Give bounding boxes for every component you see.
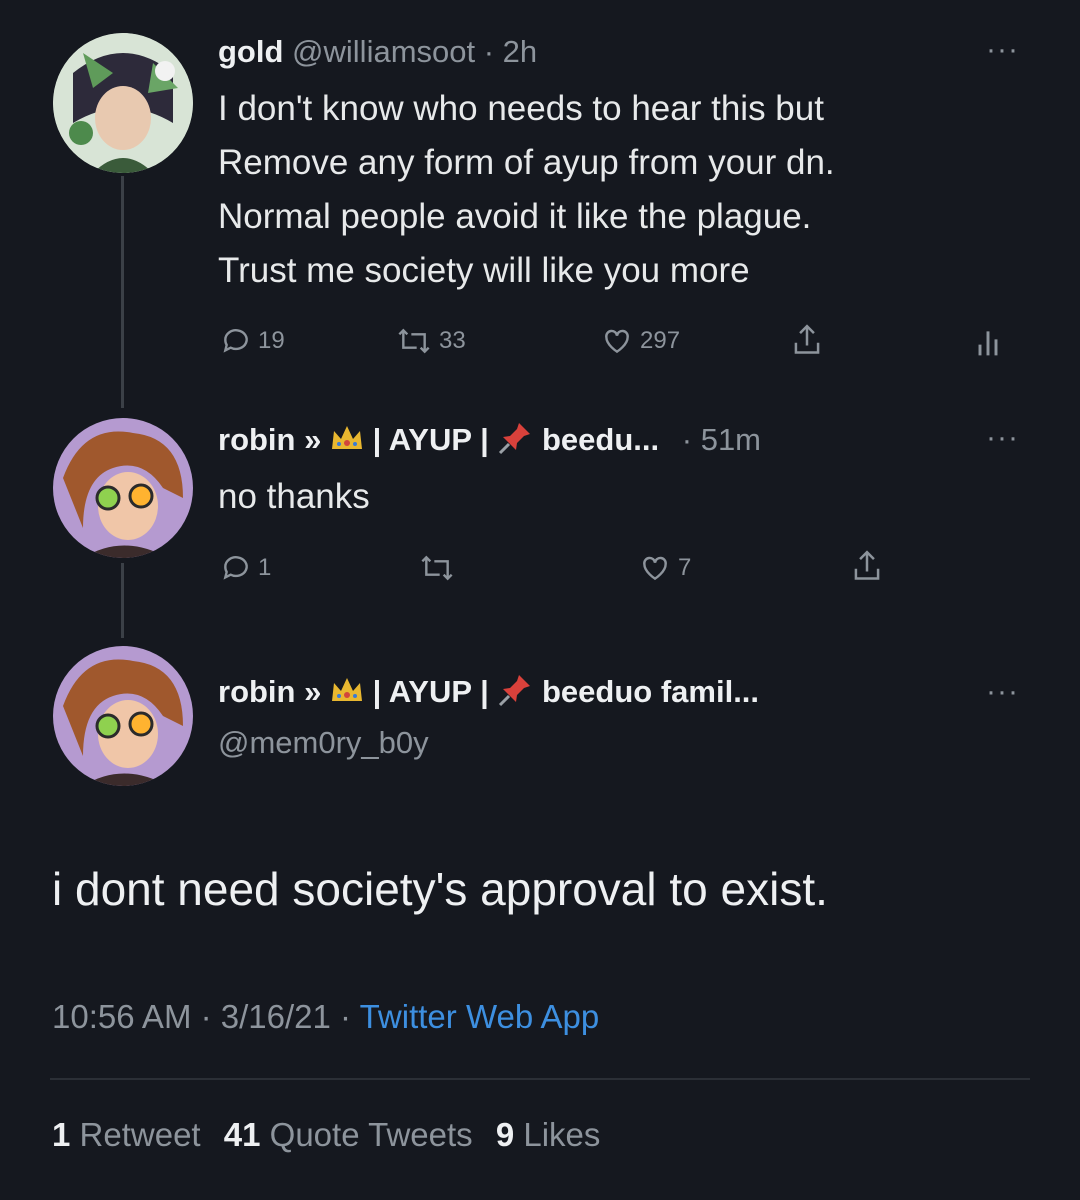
main-meta: 10:56 AM · 3/16/21 · Twitter Web App bbox=[52, 998, 599, 1036]
main-header: robin » | AYUP | beeduo famil... bbox=[218, 672, 759, 716]
tweet2-text: no thanks bbox=[218, 477, 370, 516]
retweets-count: 1 bbox=[52, 1116, 71, 1153]
share-button[interactable] bbox=[850, 548, 884, 584]
retweets-label: Retweet bbox=[79, 1116, 201, 1153]
tweet2-header: robin » | AYUP | beedu... · 51m bbox=[218, 420, 761, 464]
tweet1-header: gold @williamsoot · 2h bbox=[218, 34, 537, 70]
display-name[interactable]: robin » | AYUP | beedu... bbox=[218, 422, 668, 457]
reply-icon bbox=[223, 329, 248, 353]
retweet-button[interactable]: 33 bbox=[395, 325, 466, 357]
tweet-line: I don't know who needs to hear this but bbox=[218, 89, 824, 128]
share-button[interactable] bbox=[790, 322, 824, 358]
thread-line bbox=[121, 563, 124, 638]
reply-count: 1 bbox=[258, 554, 272, 581]
retweet-button[interactable] bbox=[418, 552, 456, 584]
like-icon bbox=[643, 556, 667, 581]
tweet-stats: 1 Retweet 41 Quote Tweets 9 Likes bbox=[52, 1116, 600, 1154]
pushpin-icon bbox=[497, 420, 533, 464]
reply-button[interactable]: 19 bbox=[220, 325, 285, 357]
retweet-icon bbox=[421, 555, 453, 581]
quotes-stat[interactable]: 41 Quote Tweets bbox=[224, 1116, 482, 1153]
name-suffix: beedu... bbox=[542, 422, 660, 458]
name-prefix: robin » bbox=[218, 674, 322, 710]
timestamp[interactable]: · 2h bbox=[484, 34, 537, 69]
likes-stat[interactable]: 9 Likes bbox=[496, 1116, 601, 1153]
handle[interactable]: @williamsoot bbox=[292, 34, 475, 69]
crown-icon bbox=[330, 423, 364, 461]
display-name[interactable]: gold bbox=[218, 34, 283, 69]
timestamp[interactable]: · 51m bbox=[682, 422, 761, 457]
reply-button[interactable]: 1 bbox=[220, 552, 271, 584]
tweet-line: Remove any form of ayup from your dn. bbox=[218, 143, 835, 182]
source-link[interactable]: Twitter Web App bbox=[360, 998, 600, 1035]
retweet-icon bbox=[398, 328, 430, 354]
reply-count: 19 bbox=[258, 327, 285, 354]
reply-icon bbox=[223, 556, 248, 580]
like-icon bbox=[605, 329, 629, 354]
likes-count: 9 bbox=[495, 1116, 515, 1153]
likes-label: Likes bbox=[523, 1116, 601, 1153]
quotes-label: Quote Tweets bbox=[269, 1116, 473, 1153]
name-suffix: beeduo famil... bbox=[542, 674, 760, 710]
retweet-count: 33 bbox=[439, 327, 466, 354]
divider bbox=[50, 1078, 1030, 1080]
tweet-line: Trust me society will like you more bbox=[218, 251, 750, 290]
main-tweet-text: i dont need society's approval to exist. bbox=[52, 863, 828, 915]
pushpin-icon bbox=[497, 672, 533, 716]
share-icon bbox=[794, 324, 820, 354]
thread-line bbox=[121, 176, 124, 408]
retweets-stat[interactable]: 1 Retweet bbox=[52, 1116, 210, 1153]
name-middle: | AYUP | bbox=[372, 422, 489, 458]
analytics-icon bbox=[978, 331, 998, 356]
more-icon[interactable]: ··· bbox=[986, 677, 1019, 707]
main-timestamp[interactable]: 10:56 AM · 3/16/21 · bbox=[52, 998, 351, 1035]
tweet1-text: I don't know who needs to hear this but … bbox=[218, 82, 835, 298]
avatar-robin[interactable] bbox=[53, 646, 193, 786]
avatar-gold[interactable] bbox=[53, 33, 193, 173]
avatar-robin[interactable] bbox=[53, 418, 193, 558]
tweet-line: Normal people avoid it like the plague. bbox=[218, 197, 812, 236]
analytics-button[interactable] bbox=[974, 326, 1002, 358]
name-prefix: robin » bbox=[218, 422, 322, 458]
display-name[interactable]: robin » | AYUP | beeduo famil... bbox=[218, 674, 759, 709]
like-count: 297 bbox=[640, 327, 681, 354]
name-middle: | AYUP | bbox=[372, 674, 489, 710]
like-button[interactable]: 7 bbox=[638, 552, 691, 584]
crown-icon bbox=[330, 675, 364, 713]
more-icon[interactable]: ··· bbox=[986, 35, 1019, 65]
like-button[interactable]: 297 bbox=[600, 325, 680, 357]
more-icon[interactable]: ··· bbox=[986, 423, 1019, 453]
share-icon bbox=[854, 550, 880, 580]
like-count: 7 bbox=[678, 554, 692, 581]
quotes-count: 41 bbox=[223, 1116, 261, 1153]
handle[interactable]: @mem0ry_b0y bbox=[218, 725, 429, 761]
